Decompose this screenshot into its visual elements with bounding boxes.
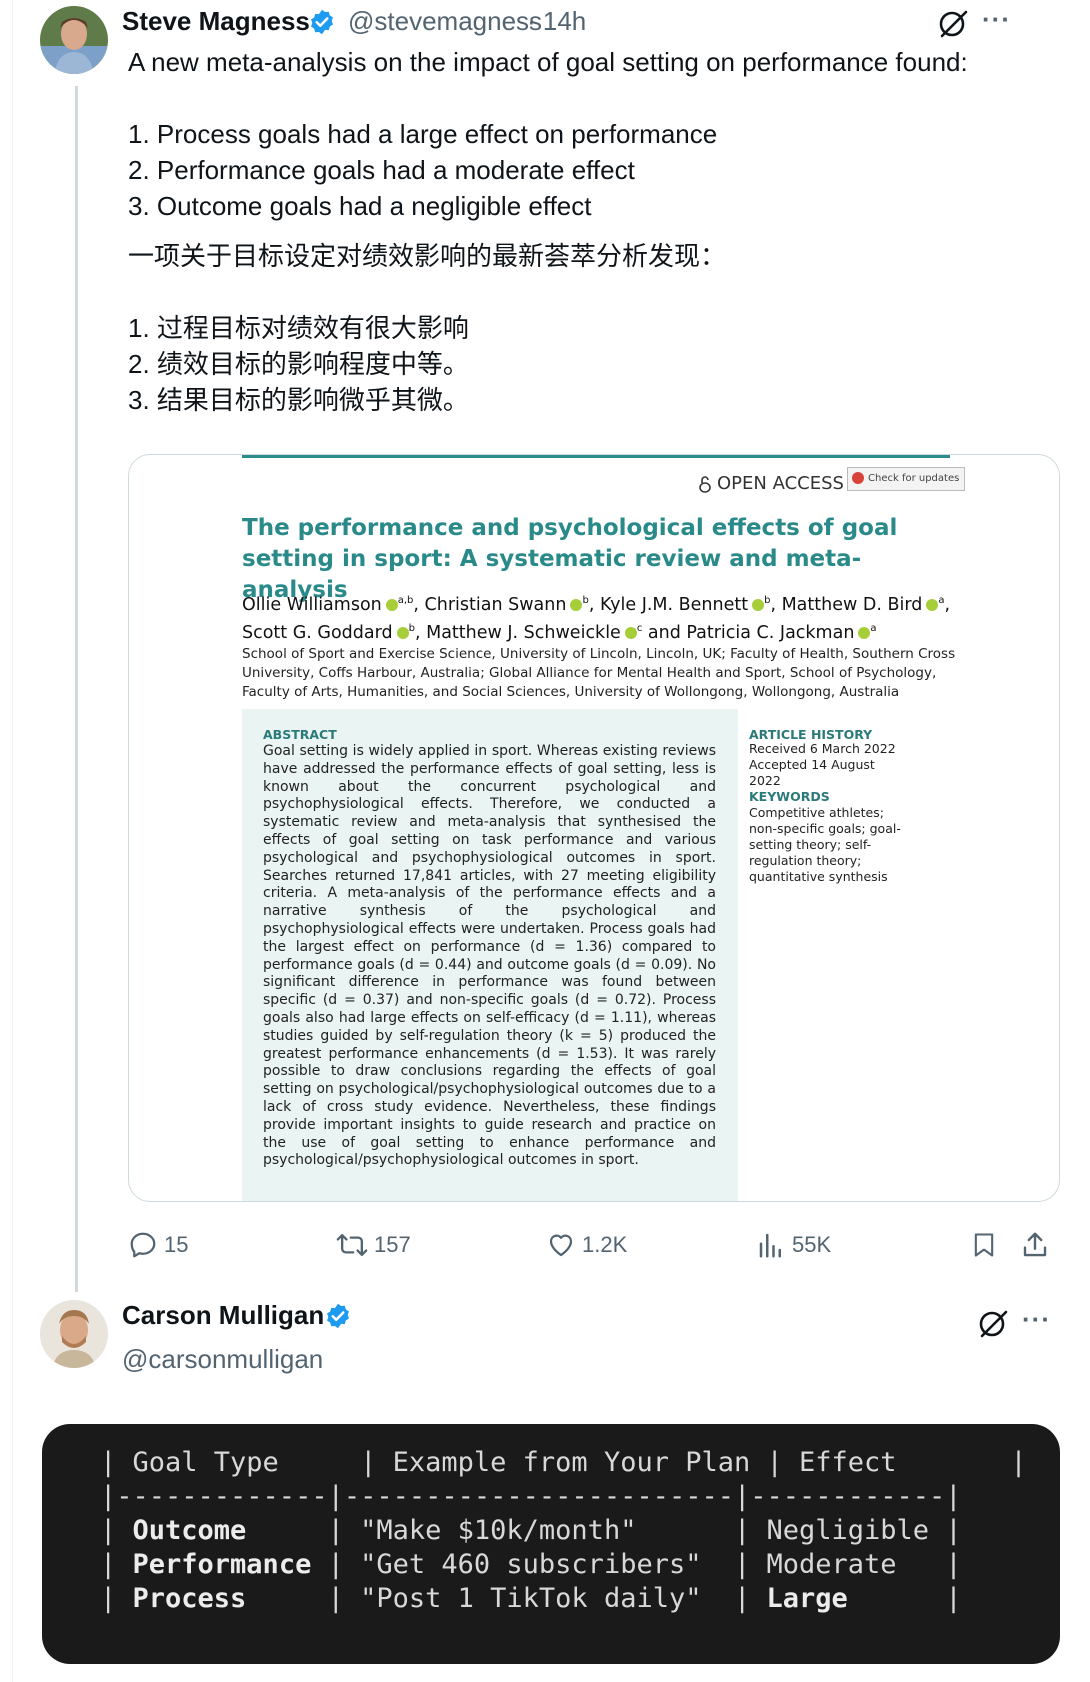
tweet-line: 2. Performance goals had a moderate effe…: [128, 155, 635, 185]
author-handle[interactable]: @carsonmulligan: [122, 1344, 323, 1375]
tweet-timestamp[interactable]: · 14h: [527, 6, 586, 37]
tweet-line: 1. Process goals had a large effect on p…: [128, 119, 718, 149]
code-block: | Goal Type | Example from Your Plan | E…: [42, 1424, 1060, 1664]
tweet-body: A new meta-analysis on the impact of goa…: [128, 44, 1058, 418]
author-name[interactable]: Carson Mulligan: [122, 1300, 324, 1331]
tweet-line: 1. 过程目标对绩效有很大影响: [128, 313, 469, 343]
reply-button[interactable]: 15: [128, 1230, 188, 1264]
article-history-heading: ARTICLE HISTORY: [749, 727, 873, 742]
table-cell: Large: [766, 1583, 848, 1614]
like-button[interactable]: 1.2K: [546, 1230, 627, 1264]
orcid-icon: [752, 598, 765, 611]
avatar-photo: [40, 1300, 108, 1368]
author-name[interactable]: Steve Magness: [122, 6, 310, 37]
grok-icon[interactable]: [976, 1306, 1010, 1340]
table-cell: "Post 1 TikTok daily": [360, 1583, 702, 1614]
orcid-icon: [385, 598, 398, 611]
orcid-icon: [396, 626, 409, 639]
share-button[interactable]: [1020, 1230, 1056, 1264]
retweet-icon: [336, 1233, 368, 1257]
table-cell: Outcome: [132, 1515, 247, 1546]
abstract-text: Goal setting is widely applied in sport.…: [263, 743, 716, 1169]
open-access-label: OPEN ACCESS: [699, 473, 844, 494]
table-header: Example from Your Plan: [392, 1447, 751, 1478]
bookmark-button[interactable]: [970, 1230, 1004, 1264]
paper-authors: Ollie Williamson a,b, Christian Swann b, K…: [242, 594, 951, 643]
orcid-icon: [926, 598, 939, 611]
avatar-photo: [40, 6, 108, 74]
heart-icon: [549, 1234, 573, 1257]
author-handle[interactable]: @stevemagness: [348, 6, 542, 37]
table-header: Goal Type: [132, 1447, 279, 1478]
avatar[interactable]: [40, 6, 108, 74]
paper-affiliations: School of Sport and Exercise Science, Un…: [242, 646, 956, 700]
analytics-icon: [759, 1233, 781, 1258]
timeline-border: [12, 0, 13, 1682]
orcid-icon: [624, 626, 637, 639]
verified-badge-icon: [311, 9, 333, 35]
ascii-table: | Goal Type | Example from Your Plan | E…: [100, 1447, 1027, 1614]
verified-badge-icon: [327, 1303, 349, 1329]
table-cell: Performance: [132, 1549, 312, 1580]
crossmark-icon: [852, 472, 864, 484]
more-options-icon[interactable]: ···: [1022, 1304, 1051, 1335]
abstract-heading: ABSTRACT: [263, 727, 337, 742]
views-button[interactable]: 55K: [756, 1230, 831, 1264]
received-date: Received 6 March 2022: [749, 741, 896, 756]
keywords-heading: KEYWORDS: [749, 789, 830, 804]
bookmark-icon: [974, 1233, 994, 1257]
table-cell: "Make $10k/month": [360, 1515, 637, 1546]
table-header: Effect: [799, 1447, 897, 1478]
paper-top-rule: [242, 455, 950, 458]
more-options-icon[interactable]: ···: [982, 4, 1011, 35]
table-cell: Negligible: [766, 1515, 930, 1546]
table-cell: "Get 460 subscribers": [360, 1549, 702, 1580]
orcid-icon: [570, 598, 583, 611]
tweet-line: 2. 绩效目标的影响程度中等。: [128, 349, 469, 379]
thread-connector-line: [75, 86, 78, 1292]
keywords-text: Competitive athletes; non-specific goals…: [749, 805, 901, 884]
share-icon: [1023, 1232, 1047, 1257]
orcid-icon: [858, 626, 871, 639]
grok-icon[interactable]: [936, 6, 970, 40]
reply-icon: [130, 1232, 156, 1258]
table-cell: Process: [132, 1583, 247, 1614]
check-for-updates-badge: Check for updates: [847, 467, 965, 491]
tweet-line: A new meta-analysis on the impact of goa…: [128, 47, 968, 77]
tweet-line: 3. 结果目标的影响微乎其微。: [128, 385, 469, 415]
tweet-line: 一项关于目标设定对绩效影响的最新荟萃分析发现：: [128, 241, 727, 271]
retweet-button[interactable]: 157: [336, 1230, 411, 1264]
accepted-date: Accepted 14 August 2022: [749, 757, 875, 788]
table-cell: Moderate: [766, 1549, 897, 1580]
open-lock-icon: [699, 476, 711, 493]
media-image-card[interactable]: OPEN ACCESS Check for updates The perfor…: [128, 454, 1060, 1202]
tweet-line: 3. Outcome goals had a negligible effect: [128, 191, 592, 221]
avatar[interactable]: [40, 1300, 108, 1368]
